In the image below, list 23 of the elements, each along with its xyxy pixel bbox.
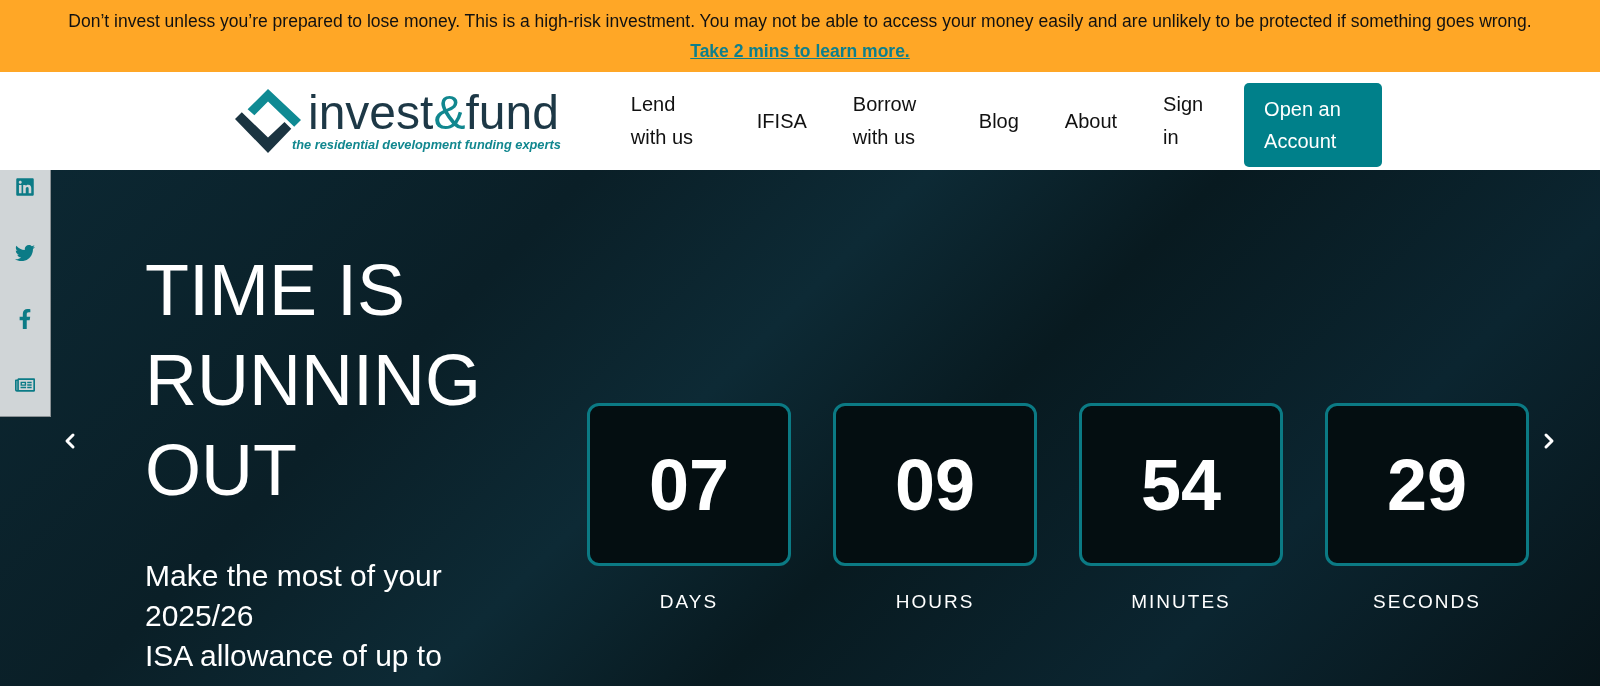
countdown-value: 09 — [833, 403, 1037, 566]
nav-link[interactable]: Sign in — [1163, 88, 1209, 154]
nav-link[interactable]: About — [1064, 104, 1118, 138]
nav-link[interactable]: IFISA — [756, 104, 807, 138]
nav-link[interactable]: Borrow with us — [852, 88, 933, 154]
hero-title: TIME IS RUNNING OUT — [145, 249, 482, 512]
risk-warning-text: Don’t invest unless you’re prepared to lose money. This is a high-risk investment. You may not be able to access your money easily and are unlikely to be protected if something goes wrong. Take 2 mins to learn more. — [67, 10, 1533, 63]
countdown-value: 07 — [587, 403, 791, 566]
logo-wordmark: invest&fund — [308, 90, 560, 136]
logo-tagline: the residential development funding experts — [292, 138, 561, 152]
nav-link[interactable]: Blog — [978, 104, 1019, 138]
countdown-label: SECONDS — [1373, 590, 1481, 614]
countdown-label: MINUTES — [1131, 590, 1231, 614]
open-account-button[interactable]: Open an Account — [1244, 83, 1383, 167]
linkedin-icon[interactable] — [15, 177, 35, 197]
countdown-label: HOURS — [895, 590, 975, 614]
nav-link[interactable]: Lend with us — [630, 88, 711, 154]
countdown-value: 29 — [1325, 403, 1529, 566]
newspaper-icon[interactable] — [15, 375, 35, 395]
countdown-value: 54 — [1079, 403, 1283, 566]
countdown-label: DAYS — [659, 590, 719, 614]
twitter-icon[interactable] — [15, 243, 35, 263]
hero-subtitle: Make the most of your 2025/26 ISA allowance of up to — [145, 558, 443, 674]
